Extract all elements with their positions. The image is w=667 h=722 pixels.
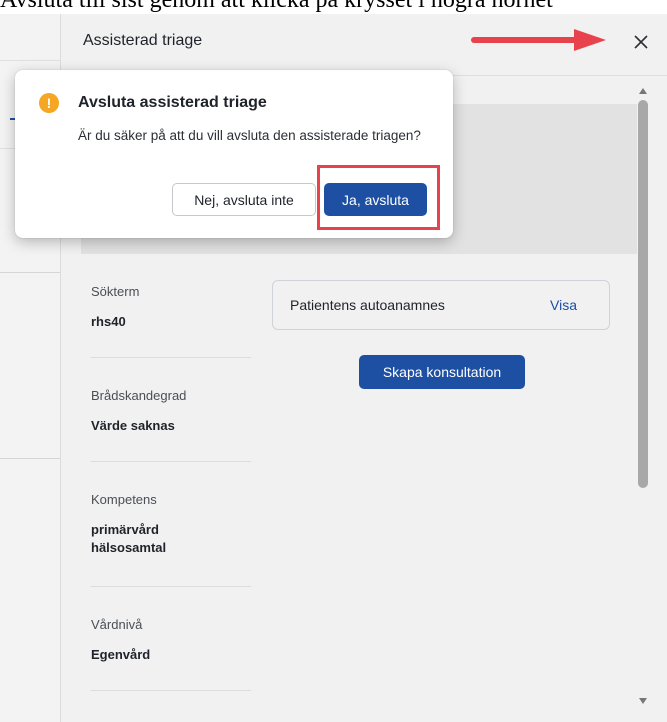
scrollbar-thumb[interactable]	[638, 100, 648, 488]
confirm-button[interactable]: Ja, avsluta	[324, 183, 427, 216]
fact-label: Brådskandegrad	[91, 388, 187, 403]
close-icon	[634, 35, 648, 49]
fact-value: Värde saknas	[91, 418, 175, 433]
fact-label: Kompetens	[91, 492, 157, 507]
show-autoanamnes-link[interactable]: Visa	[550, 297, 577, 313]
dialog-title: Avsluta assisterad triage	[78, 94, 267, 111]
divider	[91, 690, 251, 691]
fact-value: Egenvård	[91, 647, 151, 662]
fact-label: Vårdnivå	[91, 617, 143, 632]
scroll-up-icon[interactable]	[638, 86, 648, 96]
confirm-dialog: ! Avsluta assisterad triage Är du säker …	[15, 70, 453, 238]
arrow-right-icon	[471, 29, 606, 51]
fact-vardniva: Vårdnivå Egenvård	[91, 617, 251, 664]
dialog-message: Är du säker på att du vill avsluta den a…	[78, 128, 421, 143]
cancel-button[interactable]: Nej, avsluta inte	[172, 183, 316, 216]
fact-kompetens: Kompetens primärvård hälsosamtal	[91, 492, 251, 557]
fact-bradskandegrad: Brådskandegrad Värde saknas	[91, 388, 251, 435]
fact-label: Sökterm	[91, 284, 140, 299]
divider	[0, 458, 60, 459]
divider	[91, 357, 251, 358]
create-consultation-button[interactable]: Skapa konsultation	[359, 355, 525, 389]
warning-icon: !	[39, 93, 59, 113]
fact-sokterm: Sökterm rhs40	[91, 284, 251, 331]
autoanamnes-label: Patientens autoanamnes	[290, 297, 445, 313]
fact-value: primärvård hälsosamtal	[91, 522, 167, 555]
scroll-down-icon[interactable]	[638, 696, 648, 706]
fact-value: rhs40	[91, 314, 126, 329]
divider	[0, 272, 60, 273]
divider	[91, 461, 251, 462]
autoanamnes-card: Patientens autoanamnes Visa	[272, 280, 610, 330]
divider	[91, 586, 251, 587]
divider	[0, 60, 60, 61]
panel-title: Assisterad triage	[83, 32, 203, 49]
caption-text: Avsluta till sist genom att klicka på kr…	[0, 0, 553, 13]
close-button[interactable]	[629, 30, 653, 54]
